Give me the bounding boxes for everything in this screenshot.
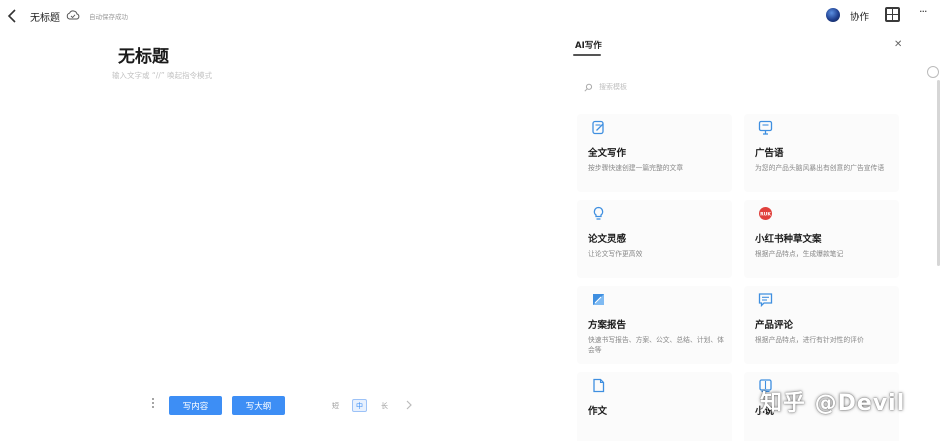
card-report[interactable]: 方案报告 快速书写报告、方案、公文、总结、计划、体会等 — [577, 286, 732, 364]
billboard-icon — [758, 120, 773, 135]
drag-handle-icon[interactable] — [151, 398, 155, 410]
save-status: 自动保存成功 — [89, 13, 128, 21]
avatar[interactable] — [826, 8, 840, 22]
watermark: 知乎 @Devil — [760, 391, 906, 416]
grid-view-icon[interactable] — [885, 7, 900, 22]
card-title: 产品评论 — [755, 320, 794, 331]
card-thesis-inspiration[interactable]: 论文灵感 让论文写作更高效 — [577, 200, 732, 278]
tab-ai-writing[interactable]: AI写作 — [575, 39, 602, 51]
search-icon — [584, 83, 593, 92]
cloud-sync-icon — [66, 10, 80, 20]
back-arrow-icon[interactable] — [6, 8, 20, 24]
search-input[interactable] — [599, 80, 869, 94]
document-icon — [593, 378, 605, 393]
card-slogan[interactable]: 广告语 为您的产品头脑风暴出有创意的广告宣传语 — [744, 114, 899, 192]
card-xiaohongshu[interactable]: RUK 小红书种草文案 根据产品特点，生成爆款笔记 — [744, 200, 899, 278]
document-name[interactable]: 无标题 — [30, 9, 60, 24]
top-bar: 无标题 自动保存成功 协作 ··· — [0, 0, 942, 32]
length-long[interactable]: 长 — [377, 399, 392, 412]
more-menu-icon[interactable]: ··· — [919, 5, 927, 18]
card-title: 作文 — [588, 406, 608, 417]
length-medium[interactable]: 中 — [352, 399, 367, 412]
card-title: 方案报告 — [588, 320, 627, 331]
card-description: 为您的产品头脑风暴出有创意的广告宣传语 — [755, 164, 885, 172]
page-title[interactable]: 无标题 — [118, 42, 169, 67]
editor-placeholder[interactable]: 输入文字或 “//” 唤起指令模式 — [112, 70, 212, 81]
write-outline-button[interactable]: 写大纲 — [232, 396, 285, 415]
card-product-review[interactable]: 产品评论 根据产品特点，进行有针对性的评价 — [744, 286, 899, 364]
card-description: 让论文写作更高效 — [588, 250, 643, 258]
length-short[interactable]: 短 — [328, 399, 343, 412]
scroll-handle[interactable] — [927, 66, 939, 78]
active-tab-indicator — [573, 54, 601, 56]
close-icon[interactable]: ✕ — [894, 39, 902, 50]
card-title: 论文灵感 — [588, 234, 627, 245]
lightbulb-icon — [593, 206, 604, 220]
card-essay[interactable]: 作文 — [577, 372, 732, 441]
pencil-doc-icon — [592, 120, 604, 135]
card-full-article[interactable]: 全文写作 按步骤快速创建一篇完整的文章 — [577, 114, 732, 192]
template-search[interactable] — [582, 80, 882, 94]
xiaohongshu-icon-text: RUK — [760, 211, 771, 217]
card-title: 广告语 — [755, 148, 784, 159]
collaborate-button[interactable]: 协作 — [850, 9, 869, 23]
card-description: 快速书写报告、方案、公文、总结、计划、体会等 — [588, 336, 724, 354]
ai-writing-panel: AI写作 ✕ 全文写作 按步骤快速创建一篇完整的文章 广告语 为您的产品头脑风暴… — [566, 30, 922, 441]
card-title: 小红书种草文案 — [755, 234, 822, 245]
card-description: 根据产品特点，进行有针对性的评价 — [755, 336, 864, 344]
card-description: 根据产品特点，生成爆款笔记 — [755, 250, 844, 258]
card-title: 全文写作 — [588, 148, 627, 159]
chevron-right-icon[interactable] — [405, 399, 413, 411]
write-content-button[interactable]: 写内容 — [169, 396, 222, 415]
comment-icon — [758, 293, 773, 308]
report-icon — [593, 294, 604, 305]
card-description: 按步骤快速创建一篇完整的文章 — [588, 164, 684, 172]
xiaohongshu-icon: RUK — [759, 207, 772, 220]
scrollbar[interactable] — [937, 80, 940, 266]
